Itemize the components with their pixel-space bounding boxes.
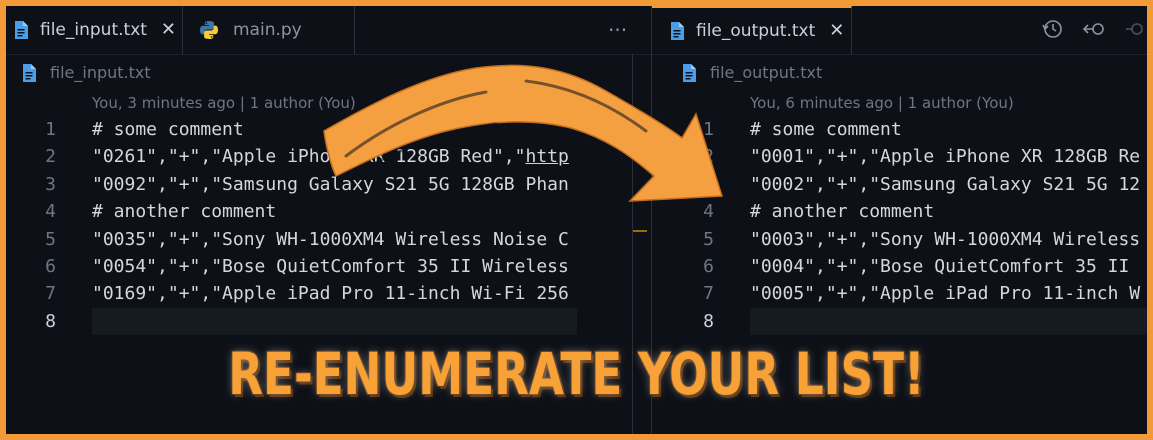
headline-text: RE-ENUMERATE YOUR LIST! <box>228 340 925 408</box>
headline-banner: RE-ENUMERATE YOUR LIST! <box>0 340 1153 408</box>
arrow-shape <box>323 64 724 202</box>
